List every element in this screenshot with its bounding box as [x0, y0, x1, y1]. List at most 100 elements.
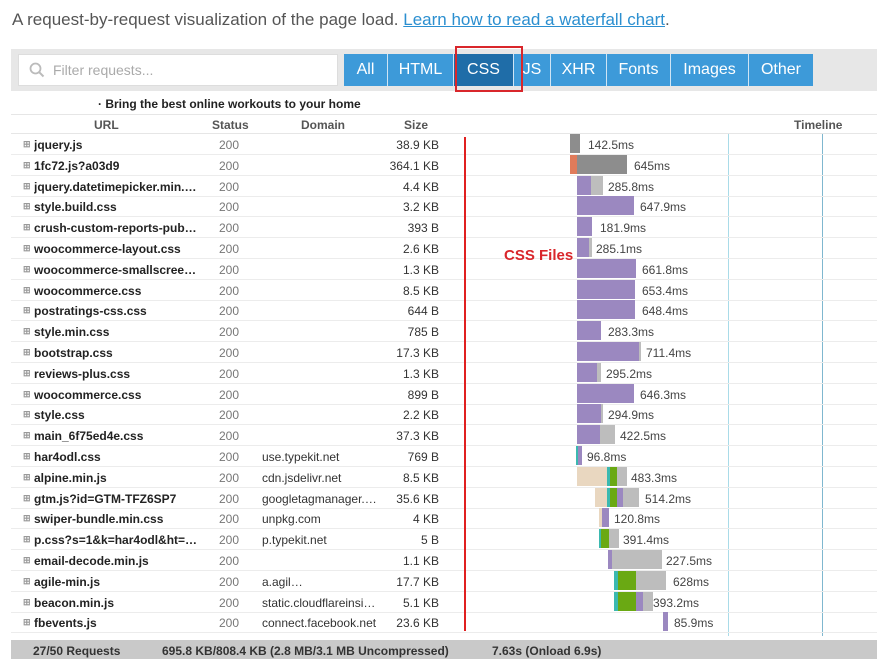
request-status: 200: [219, 221, 240, 236]
request-row[interactable]: ⊞ jquery.js 200 38.9 KB 142.5ms: [11, 134, 877, 155]
expand-icon[interactable]: ⊞: [23, 223, 31, 232]
request-row[interactable]: ⊞ woocommerce-smallscree… 200 1.3 KB 661.8ms: [11, 258, 877, 280]
request-row[interactable]: ⊞ woocommerce.css 200 899 B 646.3ms: [11, 383, 877, 405]
domain-column-header[interactable]: Domain: [301, 118, 345, 132]
request-row[interactable]: ⊞ beacon.min.js 200 static.cloudflareinsig……: [11, 591, 877, 613]
waterfall-bar-segment: [577, 175, 591, 195]
search-input[interactable]: [53, 62, 323, 78]
request-row[interactable]: ⊞ p.css?s=1&k=har4odl&ht=… 200 p.typekit.ne…: [11, 529, 877, 551]
waterfall-bar-segment: [589, 238, 592, 257]
waterfall-bar-segment: [617, 466, 627, 486]
expand-icon[interactable]: ⊞: [23, 493, 31, 502]
request-size: 5.1 KB: [402, 595, 439, 610]
expand-icon[interactable]: ⊞: [23, 618, 31, 627]
summary-footer: 27/50 Requests 695.8 KB/808.4 KB (2.8 MB…: [11, 640, 877, 659]
expand-icon[interactable]: ⊞: [23, 306, 31, 315]
request-row[interactable]: ⊞ 1fc72.js?a03d9 200 364.1 KB 645ms: [11, 154, 877, 176]
expand-icon[interactable]: ⊞: [23, 514, 31, 523]
waterfall-bar-segment: [618, 591, 636, 611]
filter-other-button[interactable]: Other: [749, 54, 813, 86]
css-filter-highlight: [455, 46, 523, 92]
expand-icon[interactable]: ⊞: [23, 576, 31, 585]
request-row[interactable]: ⊞ email-decode.min.js 200 1.1 KB 227.5ms: [11, 550, 877, 571]
filter-xhr-button[interactable]: XHR: [551, 54, 607, 86]
request-url: jquery.datetimepicker.min.…: [34, 179, 197, 194]
request-row[interactable]: ⊞ alpine.min.js 200 cdn.jsdelivr.net 8.5 KB 4…: [11, 466, 877, 488]
waterfall-bar-segment: [577, 466, 607, 486]
expand-icon[interactable]: ⊞: [23, 556, 31, 565]
request-row[interactable]: ⊞ reviews-plus.css 200 1.3 KB 295.2ms: [11, 362, 877, 384]
expand-icon[interactable]: ⊞: [23, 140, 31, 149]
expand-icon[interactable]: ⊞: [23, 535, 31, 544]
expand-icon[interactable]: ⊞: [23, 410, 31, 419]
expand-icon[interactable]: ⊞: [23, 327, 31, 336]
waterfall-bar-segment: [601, 404, 603, 424]
request-url: bootstrap.css: [34, 346, 113, 360]
request-time: 648.4ms: [642, 304, 689, 319]
request-size: 3.2 KB: [402, 200, 439, 215]
filter-html-button[interactable]: HTML: [388, 54, 454, 86]
request-row[interactable]: ⊞ jquery.datetimepicker.min.… 200 4.4 KB 285…: [11, 175, 877, 197]
request-row[interactable]: ⊞ gtm.js?id=GTM-TFZ6SP7 200 googletagmanage…: [11, 487, 877, 509]
url-column-header[interactable]: URL: [94, 118, 119, 132]
expand-icon[interactable]: ⊞: [23, 472, 31, 481]
filter-fonts-button[interactable]: Fonts: [607, 54, 671, 86]
request-time: 295.2ms: [606, 366, 653, 381]
waterfall-help-link[interactable]: Learn how to read a waterfall chart: [403, 10, 665, 29]
request-row[interactable]: ⊞ woocommerce-layout.css 200 2.6 KB 285.1ms: [11, 238, 877, 259]
expand-icon[interactable]: ⊞: [23, 348, 31, 357]
request-time: 653.4ms: [642, 283, 689, 298]
request-row[interactable]: ⊞ swiper-bundle.min.css 200 unpkg.com 4 KB 12…: [11, 508, 877, 530]
request-url: beacon.min.js: [34, 595, 115, 610]
waterfall-bar-segment: [636, 570, 666, 590]
filter-all-button[interactable]: All: [344, 54, 388, 86]
expand-icon[interactable]: ⊞: [23, 181, 31, 190]
request-size: 393 B: [407, 221, 439, 236]
waterfall-bar-segment: [577, 196, 634, 216]
size-column-header[interactable]: Size: [404, 118, 428, 132]
page-title: · Bring the best online workouts to your…: [98, 97, 361, 111]
request-size: 1.3 KB: [402, 262, 439, 277]
request-size: 2.2 KB: [402, 408, 439, 423]
request-size: 17.7 KB: [396, 574, 439, 589]
request-row[interactable]: ⊞ style.css 200 2.2 KB 294.9ms: [11, 404, 877, 426]
expand-icon[interactable]: ⊞: [23, 202, 31, 211]
expand-icon[interactable]: ⊞: [23, 368, 31, 377]
request-row[interactable]: ⊞ woocommerce.css 200 8.5 KB 653.4ms: [11, 279, 877, 301]
request-row[interactable]: ⊞ har4odl.css 200 use.typekit.net 769 B 96.8m…: [11, 446, 877, 467]
request-size: 37.3 KB: [396, 429, 439, 444]
request-size: 8.5 KB: [402, 470, 439, 485]
request-row[interactable]: ⊞ style.min.css 200 785 B 283.3ms: [11, 321, 877, 343]
expand-icon[interactable]: ⊞: [23, 431, 31, 440]
waterfall-bar-segment: [610, 466, 617, 486]
expand-icon[interactable]: ⊞: [23, 285, 31, 294]
request-time: 285.8ms: [608, 179, 655, 194]
expand-icon[interactable]: ⊞: [23, 160, 31, 169]
request-url: jquery.js: [34, 138, 83, 152]
expand-icon[interactable]: ⊞: [23, 389, 31, 398]
status-column-header[interactable]: Status: [212, 118, 249, 132]
waterfall-bar-segment: [610, 487, 617, 507]
timeline-column-header[interactable]: Timeline: [794, 118, 842, 132]
waterfall-bar-segment: [577, 362, 597, 382]
request-time: 483.3ms: [631, 470, 678, 485]
filter-images-button[interactable]: Images: [671, 54, 749, 86]
search-box[interactable]: [18, 54, 338, 86]
request-row[interactable]: ⊞ crush-custom-reports-pub… 200 393 B 181.9m…: [11, 217, 877, 239]
request-status: 200: [219, 429, 240, 444]
request-status: 200: [219, 554, 240, 568]
request-row[interactable]: ⊞ postratings-css.css 200 644 B 648.4ms: [11, 300, 877, 322]
request-time: 294.9ms: [608, 408, 655, 423]
request-row[interactable]: ⊞ fbevents.js 200 connect.facebook.net 23.6 …: [11, 612, 877, 634]
request-status: 200: [219, 533, 240, 548]
request-row[interactable]: ⊞ style.build.css 200 3.2 KB 647.9ms: [11, 196, 877, 218]
expand-icon[interactable]: ⊞: [23, 597, 31, 606]
expand-icon[interactable]: ⊞: [23, 452, 31, 461]
expand-icon[interactable]: ⊞: [23, 244, 31, 253]
request-row[interactable]: ⊞ agile-min.js 200 a.agil… 17.7 KB 628ms: [11, 570, 877, 592]
request-row[interactable]: ⊞ main_6f75ed4e.css 200 37.3 KB 422.5ms: [11, 425, 877, 447]
request-row[interactable]: ⊞ bootstrap.css 200 17.3 KB 711.4ms: [11, 342, 877, 363]
waterfall-bar-segment: [577, 300, 635, 320]
search-icon: [29, 62, 45, 78]
expand-icon[interactable]: ⊞: [23, 264, 31, 273]
